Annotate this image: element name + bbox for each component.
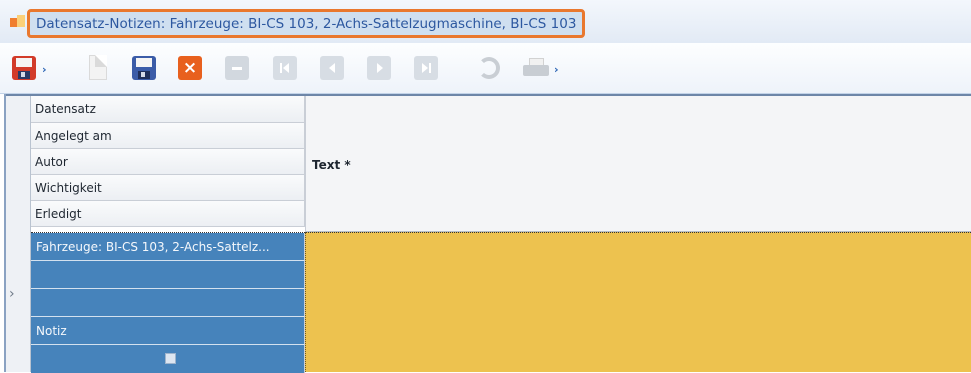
- text-column-label: Text *: [312, 158, 351, 172]
- cell-datensatz[interactable]: Fahrzeuge: BI-CS 103, 2-Achs-Sattelz...: [31, 233, 305, 261]
- toolbar: › × ›: [0, 43, 971, 94]
- current-row-indicator-icon: ›: [9, 286, 15, 302]
- row-selector-column[interactable]: ›: [6, 96, 31, 372]
- blank-document-icon: [89, 55, 107, 80]
- next-record-icon: [367, 56, 391, 80]
- floppy-disk-red-icon: [12, 56, 36, 80]
- first-record-button[interactable]: [271, 54, 299, 82]
- header-datensatz[interactable]: Datensatz: [31, 96, 305, 123]
- header-text[interactable]: Text *: [305, 96, 971, 232]
- printer-icon: [523, 58, 549, 78]
- title-bar: Datensatz-Notizen: Fahrzeuge: BI-CS 103,…: [0, 0, 971, 43]
- last-record-icon: [414, 56, 438, 80]
- save-dropdown-button[interactable]: [10, 54, 38, 82]
- erledigt-checkbox[interactable]: [165, 353, 176, 364]
- delete-button[interactable]: ×: [176, 54, 204, 82]
- header-column: Datensatz Angelegt am Autor Wichtigkeit …: [31, 96, 305, 227]
- header-wichtigkeit[interactable]: Wichtigkeit: [31, 175, 305, 201]
- save-button[interactable]: [130, 54, 158, 82]
- header-angelegt-am[interactable]: Angelegt am: [31, 123, 305, 149]
- next-record-button[interactable]: [365, 54, 393, 82]
- cell-angelegt-am[interactable]: [31, 261, 305, 289]
- header-erledigt[interactable]: Erledigt: [31, 201, 305, 227]
- cell-text-editor[interactable]: [305, 232, 971, 372]
- cell-wichtigkeit[interactable]: Notiz: [31, 317, 305, 345]
- cell-autor[interactable]: [31, 289, 305, 317]
- previous-record-icon: [320, 56, 344, 80]
- new-document-button[interactable]: [84, 54, 112, 82]
- first-record-icon: [273, 56, 297, 80]
- minus-icon: [225, 56, 249, 80]
- last-record-button[interactable]: [412, 54, 440, 82]
- header-autor[interactable]: Autor: [31, 149, 305, 175]
- remove-button[interactable]: [223, 54, 251, 82]
- cell-erledigt[interactable]: [31, 345, 305, 373]
- refresh-button[interactable]: [475, 54, 503, 82]
- previous-record-button[interactable]: [318, 54, 346, 82]
- print-button[interactable]: [522, 54, 550, 82]
- refresh-icon: [478, 57, 500, 79]
- floppy-disk-blue-icon: [132, 56, 156, 80]
- app-icon: [10, 14, 26, 30]
- close-x-icon: ×: [178, 56, 202, 80]
- window-title-highlight: Datensatz-Notizen: Fahrzeuge: BI-CS 103,…: [27, 9, 586, 38]
- chevron-right-icon[interactable]: ›: [42, 63, 47, 76]
- window-title: Datensatz-Notizen: Fahrzeuge: BI-CS 103,…: [36, 15, 577, 32]
- chevron-right-icon[interactable]: ›: [554, 63, 559, 76]
- selected-row[interactable]: Fahrzeuge: BI-CS 103, 2-Achs-Sattelz... …: [31, 232, 305, 373]
